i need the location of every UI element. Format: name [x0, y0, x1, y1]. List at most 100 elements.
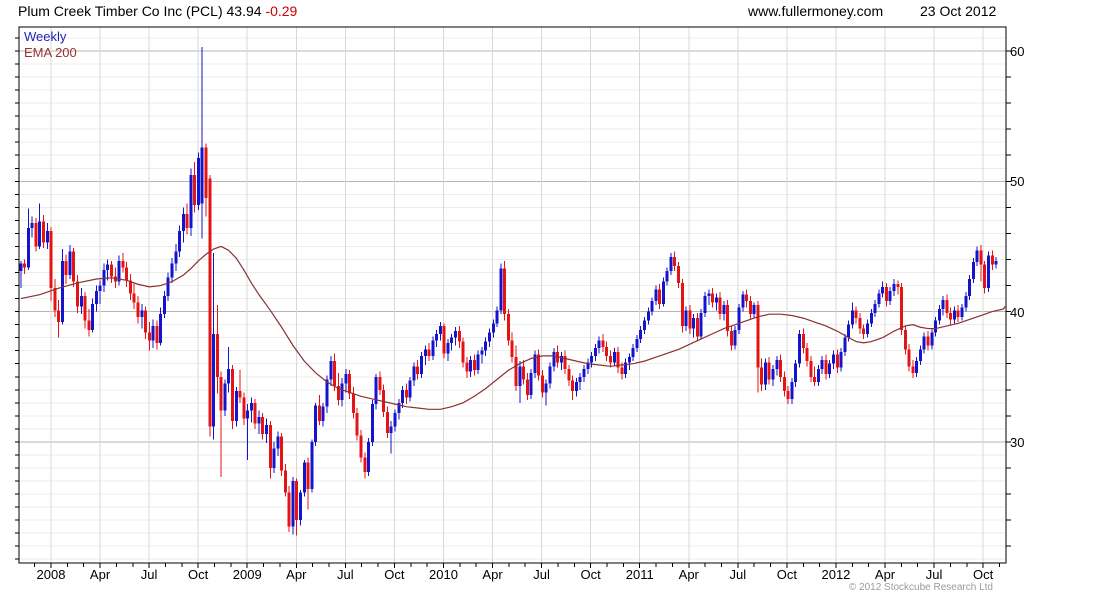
candle-body	[193, 174, 197, 205]
candle-body	[888, 290, 892, 302]
x-axis-label: Apr	[89, 567, 111, 582]
candle-body	[72, 251, 76, 282]
candle-body	[794, 363, 798, 382]
candle-body	[355, 413, 359, 436]
candle-body	[314, 405, 318, 442]
x-axis-label: 2010	[429, 567, 458, 582]
candle-body	[665, 271, 669, 282]
candle-body	[94, 290, 98, 304]
candle-body	[707, 293, 711, 296]
candle-body	[68, 251, 72, 276]
candle-body	[881, 286, 885, 294]
y-axis-label: 60	[1010, 44, 1025, 59]
candle-body	[718, 297, 722, 315]
candle-body	[389, 426, 393, 433]
candle-body	[238, 391, 242, 398]
candle-body	[847, 324, 851, 338]
candle-body	[476, 354, 480, 371]
candle-body	[419, 355, 423, 375]
candle-body	[435, 333, 439, 341]
candle-body	[98, 285, 102, 291]
candle-body	[590, 355, 594, 363]
candle-body	[174, 251, 178, 264]
candle-body	[64, 260, 68, 276]
candle-body	[733, 329, 737, 346]
candle-body	[491, 323, 495, 333]
candle-body	[446, 342, 450, 354]
candle-body	[76, 281, 79, 307]
candle-body	[212, 333, 216, 427]
candle-body	[537, 354, 541, 376]
candle-body	[53, 288, 57, 311]
candle-body	[204, 147, 208, 199]
candle-body	[427, 349, 431, 356]
y-axis-label: 30	[1010, 434, 1025, 450]
candle-body	[605, 346, 609, 356]
x-axis-label: Jul	[925, 567, 943, 582]
candle-body	[91, 303, 95, 330]
candle-body	[884, 286, 888, 302]
candle-body	[918, 349, 922, 362]
y-axis-label: 40	[1010, 304, 1025, 320]
candle-body	[261, 417, 265, 435]
candle-body	[866, 323, 870, 334]
candle-body	[200, 147, 204, 204]
candle-body	[578, 376, 582, 382]
candle-body	[344, 374, 348, 384]
candle-body	[775, 359, 779, 369]
candle-body	[975, 250, 979, 263]
candle-body	[926, 336, 930, 346]
candle-body	[525, 379, 529, 395]
candle-body	[930, 332, 934, 346]
candle-body	[900, 286, 904, 330]
candle-body	[986, 255, 990, 289]
candle-body	[903, 329, 907, 350]
candle-body	[896, 284, 900, 287]
candle-body	[162, 295, 166, 315]
x-axis-label: Oct	[776, 567, 798, 582]
candle-body	[506, 314, 510, 341]
candle-body	[321, 406, 325, 422]
candle-body	[737, 307, 741, 330]
candle-body	[567, 368, 571, 381]
candle-body	[745, 294, 749, 302]
candle-body	[401, 389, 405, 403]
candle-body	[253, 402, 257, 424]
candle-body	[488, 332, 492, 342]
candle-body	[26, 228, 30, 268]
candle-body	[646, 311, 650, 321]
candle-body	[968, 279, 972, 296]
candle-body	[265, 424, 268, 435]
candle-body	[438, 325, 442, 334]
candle-body	[816, 368, 820, 382]
candle-body	[306, 462, 310, 489]
candle-body	[230, 368, 234, 422]
candle-body	[283, 470, 287, 493]
x-axis-label: Apr	[482, 567, 503, 582]
candle-body	[189, 174, 193, 229]
candle-body	[310, 441, 314, 489]
candle-body	[828, 363, 832, 375]
candle-body	[57, 310, 61, 323]
candle-body	[503, 268, 507, 315]
candle-body	[416, 366, 420, 375]
candle-body	[359, 435, 363, 458]
candle-body	[990, 255, 994, 265]
candle-body	[484, 341, 488, 351]
candle-body	[835, 354, 839, 368]
candle-body	[480, 350, 484, 355]
candle-body	[295, 480, 299, 521]
candle-body	[329, 361, 333, 380]
candle-body	[170, 263, 174, 278]
candle-body	[873, 303, 877, 313]
candle-body	[854, 310, 858, 319]
x-axis-label: Oct	[188, 567, 209, 582]
candle-body	[121, 260, 125, 268]
candle-body	[714, 297, 718, 303]
candle-body	[782, 376, 786, 392]
candle-body	[544, 383, 548, 393]
candle-body	[529, 372, 533, 395]
candle-body	[196, 157, 200, 205]
candle-body	[159, 314, 163, 343]
candle-body	[805, 348, 809, 362]
